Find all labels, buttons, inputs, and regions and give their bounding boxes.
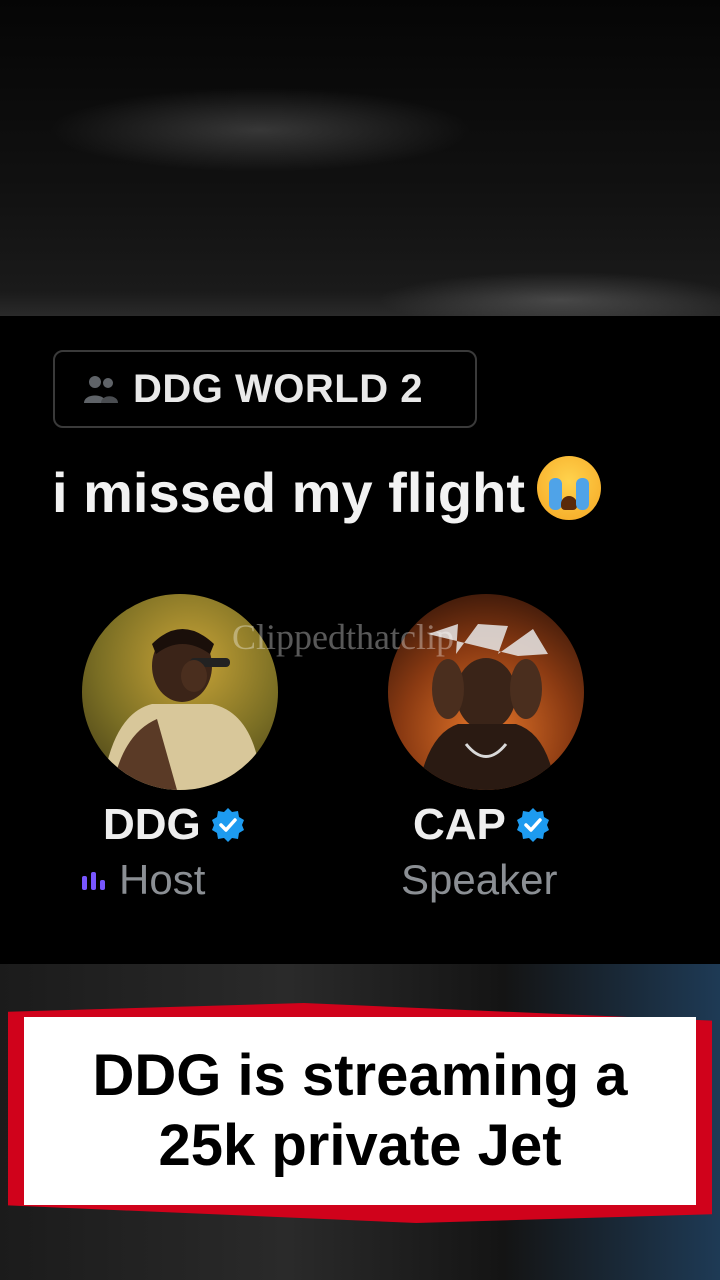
speaking-indicator-icon bbox=[82, 870, 105, 890]
watermark: Clippedthatclip bbox=[232, 617, 454, 657]
community-label: DDG WORLD 2 bbox=[133, 366, 423, 411]
verified-badge-icon bbox=[211, 808, 244, 842]
community-badge[interactable]: DDG WORLD 2 bbox=[53, 350, 477, 428]
community-icon bbox=[84, 376, 118, 403]
caption: DDG is streaming a 25k private Jet bbox=[24, 1017, 696, 1205]
loudly-crying-face-emoji bbox=[537, 456, 601, 520]
role-label: Host bbox=[119, 856, 206, 903]
verified-badge-icon bbox=[516, 808, 549, 842]
caption-line-1: DDG is streaming a bbox=[92, 1043, 628, 1108]
participant-name: CAP bbox=[413, 800, 506, 849]
blurred-video-background bbox=[0, 0, 720, 316]
participant-name: DDG bbox=[103, 800, 201, 849]
participant-name-cap[interactable]: CAP bbox=[413, 800, 552, 850]
participant-role-ddg: Host bbox=[82, 856, 205, 904]
participant-name-ddg[interactable]: DDG bbox=[103, 800, 247, 850]
space-title: i missed my flight bbox=[52, 456, 692, 525]
role-label: Speaker bbox=[401, 856, 558, 903]
space-title-text: i missed my flight bbox=[52, 461, 525, 524]
participant-role-cap: Speaker bbox=[401, 856, 557, 904]
caption-line-2: 25k private Jet bbox=[158, 1113, 562, 1178]
